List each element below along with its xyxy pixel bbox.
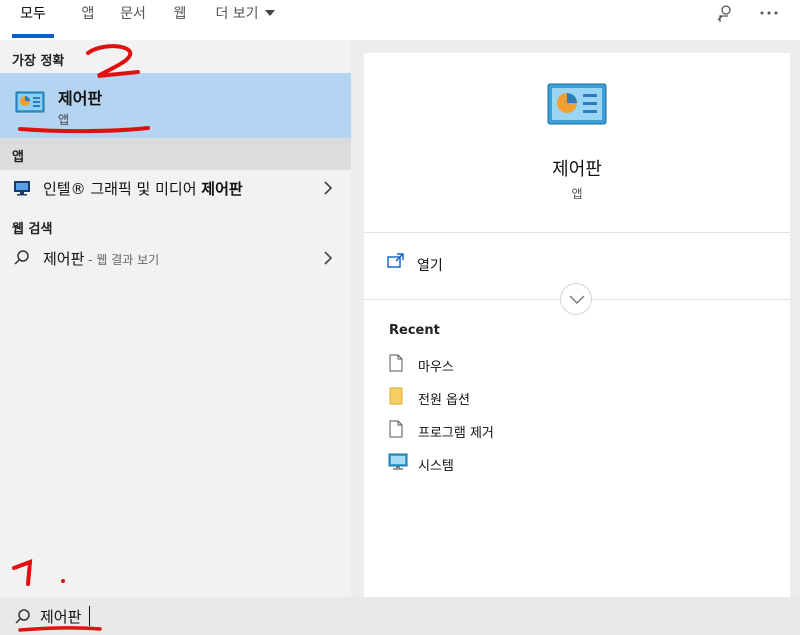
recent-item-power-options[interactable]: 전원 옵션 (386, 383, 766, 411)
best-match-header: 가장 정확 (12, 54, 65, 69)
tab-documents[interactable]: 문서 (115, 0, 151, 38)
tab-apps-label: 앱 (81, 6, 95, 22)
best-match-title: 제어판 (58, 89, 103, 108)
web-result-suffix: - 웹 결과 보기 (84, 253, 160, 267)
app-result-label: 인텔® 그래픽 및 미디어 제어판 (43, 178, 243, 199)
tab-web-label: 웹 (173, 6, 187, 22)
best-match-subtitle: 앱 (58, 113, 70, 127)
tab-web[interactable]: 웹 (168, 0, 192, 38)
text-cursor (89, 606, 90, 626)
more-options-icon[interactable] (758, 2, 780, 24)
feedback-icon[interactable] (714, 2, 736, 24)
search-filter-tabs: 모두 앱 문서 웹 더 보기 (0, 0, 800, 40)
preview-subtitle: 앱 (571, 187, 583, 201)
preview-panel: 제어판 앱 열기 Recent 마우스 전원 옵션 프로그램 제거 시스템 (364, 53, 790, 597)
recent-item-uninstall-program[interactable]: 프로그램 제거 (386, 416, 766, 444)
folder-icon (388, 387, 404, 409)
apps-section-bar: 앱 (0, 138, 351, 170)
tab-all[interactable]: 모두 (12, 0, 54, 38)
apps-header: 앱 (12, 150, 24, 165)
tab-apps[interactable]: 앱 (76, 0, 100, 38)
preview-title: 제어판 (552, 159, 602, 180)
search-bar (0, 597, 800, 635)
recent-item-system[interactable]: 시스템 (386, 449, 766, 477)
preview-header: 제어판 앱 (364, 53, 790, 233)
monitor-icon (388, 453, 408, 475)
expand-button[interactable] (560, 283, 592, 315)
control-panel-icon (15, 91, 45, 119)
app-result-intel-graphics[interactable]: 인텔® 그래픽 및 미디어 제어판 (0, 171, 351, 205)
recent-item-label: 프로그램 제거 (418, 426, 494, 441)
web-result-label: 제어판 - 웹 결과 보기 (43, 248, 159, 269)
tab-more[interactable]: 더 보기 (210, 0, 280, 38)
control-panel-icon (547, 83, 607, 131)
tab-more-label: 더 보기 (215, 6, 259, 22)
open-button[interactable]: 열기 (364, 243, 790, 283)
tab-all-label: 모두 (20, 6, 46, 22)
tab-documents-label: 문서 (120, 6, 146, 22)
app-result-prefix: 인텔® 그래픽 및 미디어 (43, 180, 202, 198)
search-icon (13, 249, 31, 271)
app-result-highlight: 제어판 (201, 180, 243, 198)
best-match-result[interactable]: 제어판 앱 (0, 73, 351, 138)
windows-search-window: 모두 앱 문서 웹 더 보기 가장 정확 제어판 앱 앱 인텔® 그래픽 및 미… (0, 0, 800, 635)
search-input[interactable] (40, 603, 340, 629)
recent-item-label: 마우스 (418, 360, 454, 375)
chevron-right-icon[interactable] (323, 180, 333, 196)
chevron-right-icon[interactable] (323, 250, 333, 266)
search-icon (14, 608, 32, 630)
search-results-panel: 가장 정확 제어판 앱 앱 인텔® 그래픽 및 미디어 제어판 웹 검색 제어판… (0, 40, 351, 597)
recent-header: Recent (389, 323, 440, 338)
web-result-query: 제어판 (43, 250, 85, 268)
chevron-down-icon (264, 10, 275, 16)
open-label: 열기 (417, 258, 443, 274)
recent-item-mouse[interactable]: 마우스 (386, 350, 766, 378)
intel-graphics-icon (13, 179, 31, 201)
web-search-header: 웹 검색 (12, 222, 53, 237)
document-icon (388, 420, 404, 442)
open-icon (387, 253, 405, 273)
recent-item-label: 시스템 (418, 459, 454, 474)
web-result-row[interactable]: 제어판 - 웹 결과 보기 (0, 241, 351, 275)
recent-item-label: 전원 옵션 (418, 393, 470, 408)
document-icon (388, 354, 404, 376)
chevron-down-icon (569, 295, 585, 304)
